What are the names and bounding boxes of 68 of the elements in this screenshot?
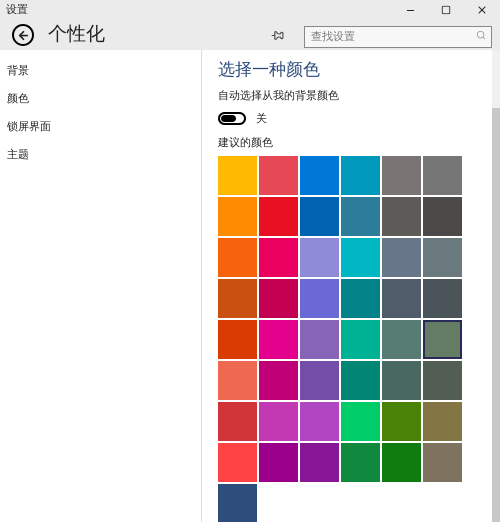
- section-heading: 选择一种颜色: [218, 59, 321, 81]
- color-swatch[interactable]: [423, 278, 462, 318]
- color-swatch[interactable]: [341, 156, 380, 194]
- color-swatch[interactable]: [259, 320, 298, 358]
- color-swatch[interactable]: [218, 442, 257, 482]
- color-swatch[interactable]: [341, 320, 380, 358]
- color-swatch[interactable]: [423, 402, 462, 440]
- color-swatch[interactable]: [341, 360, 380, 400]
- pin-icon[interactable]: [271, 28, 284, 42]
- color-swatch[interactable]: [300, 360, 339, 400]
- color-swatch[interactable]: [300, 320, 339, 358]
- color-swatch[interactable]: [218, 360, 257, 400]
- color-swatch[interactable]: [259, 196, 298, 236]
- color-swatch[interactable]: [259, 156, 298, 194]
- color-swatch[interactable]: [382, 442, 421, 482]
- color-swatch[interactable]: [423, 442, 462, 482]
- color-swatch[interactable]: [341, 278, 380, 318]
- color-swatch[interactable]: [382, 360, 421, 400]
- color-swatch[interactable]: [259, 238, 298, 276]
- back-button[interactable]: [12, 24, 34, 46]
- color-swatch[interactable]: [423, 360, 462, 400]
- color-swatch[interactable]: [218, 196, 257, 236]
- color-swatch[interactable]: [300, 278, 339, 318]
- color-swatch[interactable]: [341, 402, 380, 440]
- color-swatch[interactable]: [382, 402, 421, 440]
- color-swatch[interactable]: [423, 156, 462, 194]
- color-swatch[interactable]: [341, 442, 380, 482]
- color-swatch[interactable]: [259, 442, 298, 482]
- close-icon: [476, 4, 488, 16]
- color-swatch[interactable]: [259, 402, 298, 440]
- color-swatch[interactable]: [218, 320, 257, 358]
- maximize-icon: [441, 5, 451, 15]
- color-swatch[interactable]: [382, 278, 421, 318]
- search-field[interactable]: 查找设置: [304, 26, 492, 48]
- color-swatch[interactable]: [259, 360, 298, 400]
- color-swatch[interactable]: [218, 278, 257, 318]
- color-swatch[interactable]: [259, 278, 298, 318]
- color-swatch[interactable]: [218, 402, 257, 440]
- setting-label: 建议的颜色: [218, 136, 274, 151]
- sidebar-item[interactable]: 颜色: [0, 85, 201, 113]
- search-icon: [476, 30, 486, 40]
- back-arrow-icon: [16, 28, 30, 42]
- color-swatch[interactable]: [341, 196, 380, 236]
- sidebar-item[interactable]: 锁屏界面: [0, 113, 201, 141]
- toggle-label: 关: [256, 112, 267, 126]
- color-swatch[interactable]: [218, 238, 257, 276]
- color-swatch[interactable]: [218, 156, 257, 194]
- window-title: 设置: [6, 2, 29, 18]
- toggle-switch[interactable]: [218, 112, 246, 126]
- color-swatch[interactable]: [300, 402, 339, 440]
- color-swatch[interactable]: [423, 196, 462, 236]
- color-swatch[interactable]: [382, 196, 421, 236]
- color-swatch[interactable]: [218, 484, 257, 522]
- color-swatch[interactable]: [382, 320, 421, 358]
- color-swatch[interactable]: [300, 156, 339, 194]
- color-swatch[interactable]: [300, 196, 339, 236]
- setting-label: 自动选择从我的背景颜色: [218, 88, 340, 104]
- color-swatch[interactable]: [382, 238, 421, 276]
- sidebar-item[interactable]: 主题: [0, 141, 201, 169]
- color-swatch[interactable]: [341, 238, 380, 276]
- sidebar-item[interactable]: 背景: [0, 57, 201, 85]
- page-title: 个性化: [48, 22, 106, 47]
- color-swatch[interactable]: [300, 442, 339, 482]
- color-swatch[interactable]: [423, 320, 462, 358]
- color-swatch[interactable]: [382, 156, 421, 194]
- scrollbar[interactable]: [492, 50, 500, 522]
- color-swatch[interactable]: [300, 238, 339, 276]
- color-swatch[interactable]: [423, 238, 462, 276]
